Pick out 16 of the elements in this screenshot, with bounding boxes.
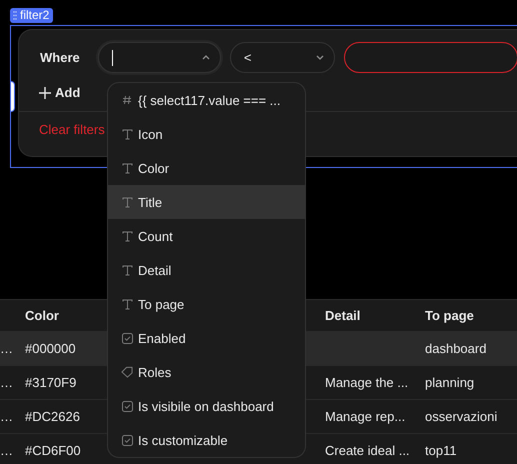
table-cell: top11 <box>425 443 457 458</box>
table-cell: dashboard <box>425 341 486 356</box>
table-cell: #CD6F00 <box>25 443 81 458</box>
table-cell: … <box>0 409 13 424</box>
table-cell: #000000 <box>25 341 76 356</box>
table-cell: osservazioni <box>425 409 498 424</box>
table-cell: #3170F9 <box>25 375 76 390</box>
table-cell: … <box>0 375 13 390</box>
table-cell: Manage the ... <box>325 375 408 390</box>
table-cell: Create ideal ... <box>325 443 410 458</box>
where-label: Where <box>40 50 81 65</box>
table-cell: … <box>0 443 13 458</box>
table-cell: planning <box>425 375 474 390</box>
table-cell: … <box>0 341 13 356</box>
table-cell: #DC2626 <box>25 409 80 424</box>
table-cell: Manage rep... <box>325 409 406 424</box>
